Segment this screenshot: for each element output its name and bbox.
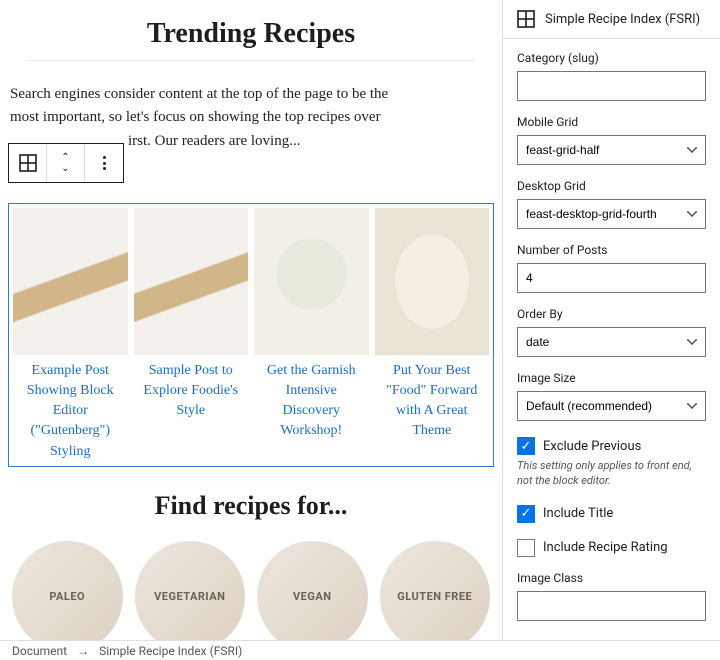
intro-text: irst. Our readers are loving... (128, 133, 300, 149)
more-icon (103, 156, 106, 170)
label-number-of-posts: Number of Posts (517, 243, 706, 257)
check-include-title[interactable]: ✓ Include Title (517, 505, 706, 523)
editor-canvas[interactable]: Trending Recipes Search engines consider… (0, 0, 502, 640)
grid-icon (19, 154, 37, 172)
recipe-image (134, 208, 249, 355)
heading-trending[interactable]: Trending Recipes (27, 18, 474, 61)
category-circle[interactable]: VEGETARIAN (135, 541, 246, 640)
breadcrumb: Document → Simple Recipe Index (FSRI) (0, 640, 720, 660)
recipe-title-link[interactable]: Put Your Best "Food" Forward with A Grea… (375, 361, 490, 442)
sidebar-block-name: Simple Recipe Index (FSRI) (545, 12, 700, 27)
label-image-class: Image Class (517, 571, 706, 585)
label-image-size: Image Size (517, 371, 706, 385)
recipe-image (254, 208, 369, 355)
intro-text: most important, so let's focus on showin… (10, 109, 381, 125)
block-toolbar: ⌃ ⌄ (8, 143, 124, 183)
block-mover-button[interactable]: ⌃ ⌄ (47, 144, 85, 182)
checkbox-icon: ✓ (517, 505, 535, 523)
breadcrumb-root[interactable]: Document (12, 644, 67, 658)
chevron-right-icon: → (77, 644, 89, 658)
input-number-of-posts[interactable] (517, 263, 706, 293)
label-desktop-grid: Desktop Grid (517, 179, 706, 193)
label-order-by: Order By (517, 307, 706, 321)
checkbox-icon: ✓ (517, 437, 535, 455)
select-order-by[interactable]: date (517, 327, 706, 357)
recipe-item: Example Post Showing Block Editor ("Gute… (13, 208, 128, 462)
label-category: Category (slug) (517, 51, 706, 65)
category-grid: PALEO VEGETARIAN VEGAN GLUTEN FREE (8, 541, 494, 640)
sidebar-block-header: Simple Recipe Index (FSRI) (503, 0, 720, 39)
help-text: This setting only applies to front end, … (517, 459, 706, 489)
label-mobile-grid: Mobile Grid (517, 115, 706, 129)
grid-icon (517, 10, 535, 28)
intro-text: Search engines consider content at the t… (10, 86, 388, 102)
checkbox-label: Include Recipe Rating (543, 540, 668, 555)
check-include-rating[interactable]: Include Recipe Rating (517, 539, 706, 557)
category-circle[interactable]: PALEO (12, 541, 123, 640)
select-desktop-grid[interactable]: feast-desktop-grid-fourth (517, 199, 706, 229)
heading-find[interactable]: Find recipes for... (27, 491, 474, 521)
recipe-item: Get the Garnish Intensive Discovery Work… (254, 208, 369, 462)
input-image-class[interactable] (517, 591, 706, 621)
recipe-title-link[interactable]: Example Post Showing Block Editor ("Gute… (13, 361, 128, 462)
recipe-item: Sample Post to Explore Foodie's Style (134, 208, 249, 462)
breadcrumb-current[interactable]: Simple Recipe Index (FSRI) (99, 644, 242, 658)
input-category[interactable] (517, 71, 706, 101)
checkbox-label: Include Title (543, 506, 613, 521)
recipe-image (375, 208, 490, 355)
check-exclude-previous[interactable]: ✓ Exclude Previous (517, 437, 706, 455)
block-more-button[interactable] (85, 144, 123, 182)
chevron-up-icon: ⌃ (61, 153, 69, 163)
settings-sidebar: Simple Recipe Index (FSRI) Category (slu… (502, 0, 720, 640)
checkbox-icon (517, 539, 535, 557)
category-circle[interactable]: GLUTEN FREE (380, 541, 491, 640)
chevron-down-icon: ⌄ (61, 164, 69, 174)
recipe-title-link[interactable]: Get the Garnish Intensive Discovery Work… (254, 361, 369, 442)
recipe-title-link[interactable]: Sample Post to Explore Foodie's Style (134, 361, 249, 422)
select-mobile-grid[interactable]: feast-grid-half (517, 135, 706, 165)
block-type-button[interactable] (9, 144, 47, 182)
recipe-index-block[interactable]: Example Post Showing Block Editor ("Gute… (8, 203, 494, 467)
recipe-item: Put Your Best "Food" Forward with A Grea… (375, 208, 490, 462)
select-image-size[interactable]: Default (recommended) (517, 391, 706, 421)
checkbox-label: Exclude Previous (543, 439, 641, 454)
recipe-image (13, 208, 128, 355)
category-circle[interactable]: VEGAN (257, 541, 368, 640)
